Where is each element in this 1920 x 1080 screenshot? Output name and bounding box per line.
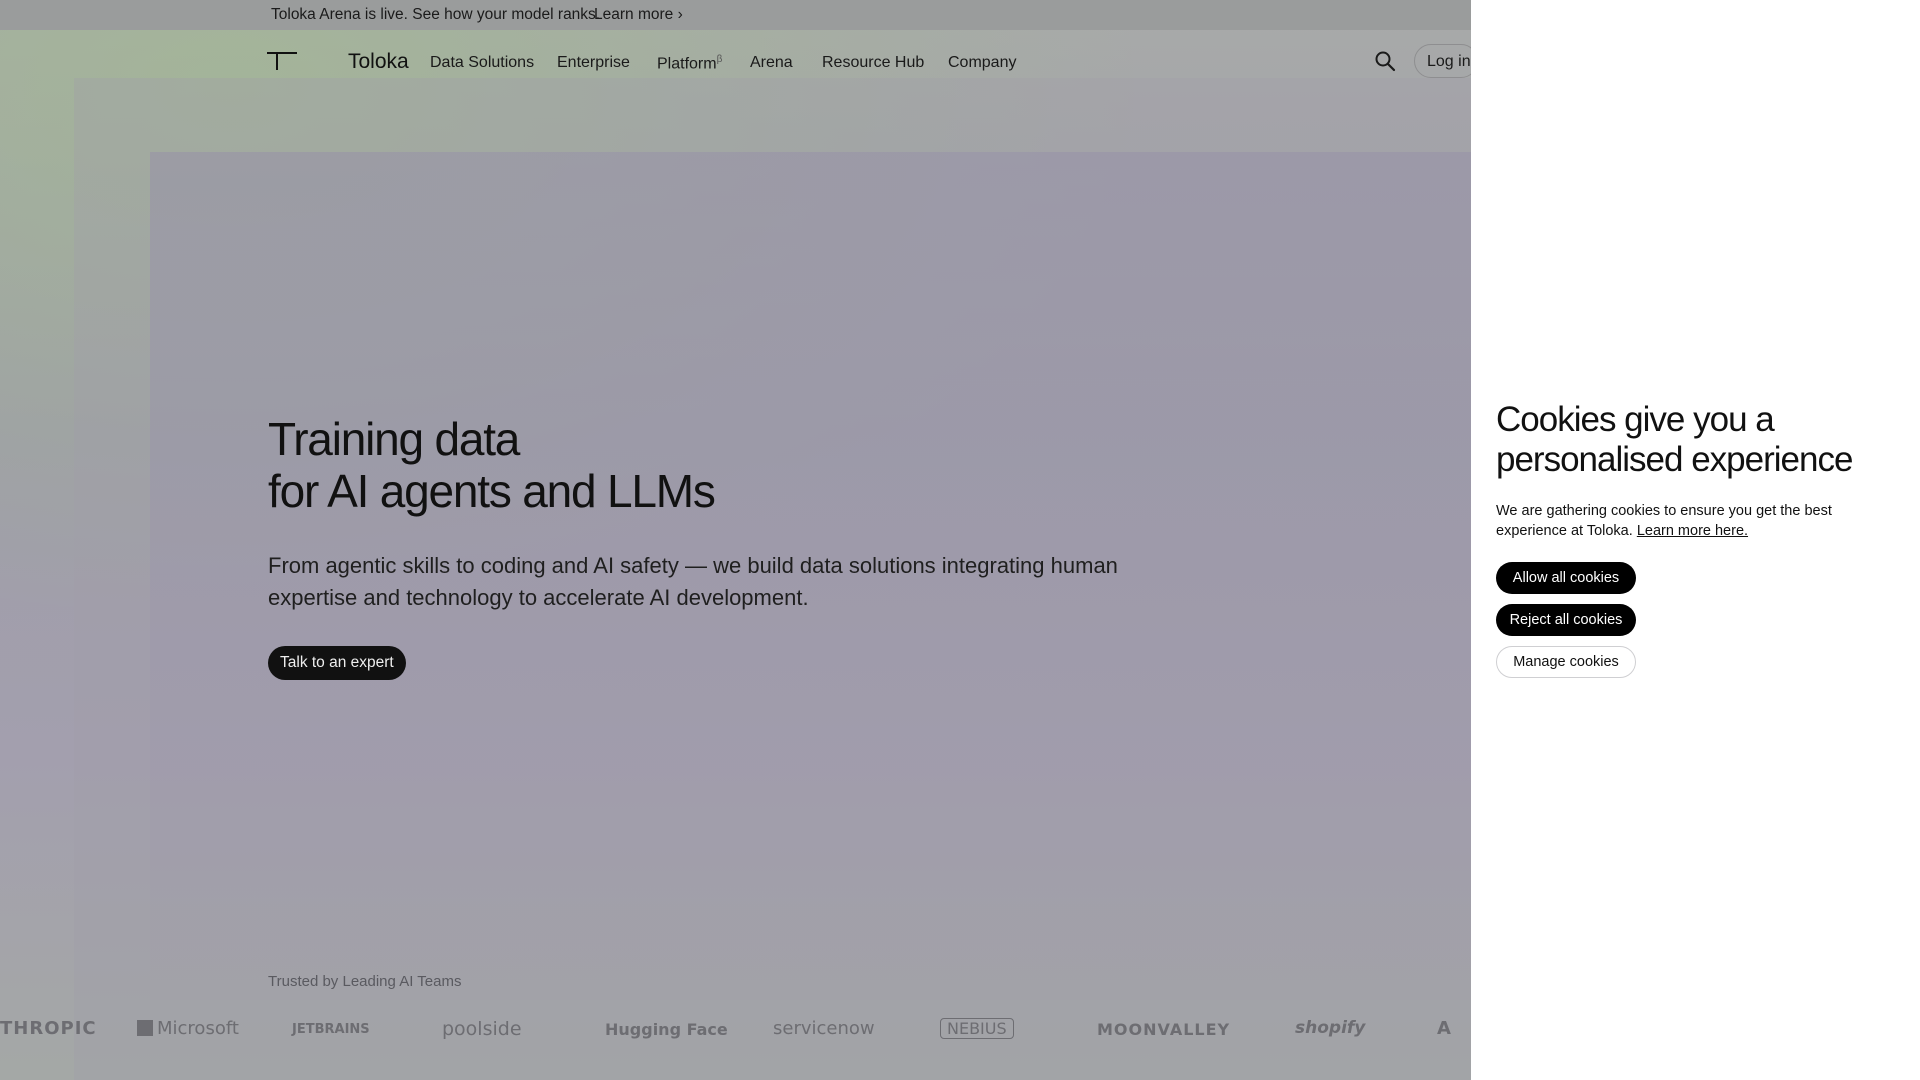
top-navigation: Toloka Data Solutions Enterprise Platfor… [0, 30, 1478, 78]
nav-platform[interactable]: Platformβ [657, 54, 722, 73]
allow-all-cookies-button[interactable]: Allow all cookies [1496, 562, 1636, 594]
login-button[interactable]: Log in [1414, 44, 1478, 78]
nav-resource-hub[interactable]: Resource Hub [822, 54, 924, 72]
logo-hugging-face: Hugging Face [605, 1020, 728, 1039]
trusted-label: Trusted by Leading AI Teams [268, 973, 462, 990]
logo-microsoft: Microsoft [137, 1018, 239, 1039]
nav-platform-beta-badge: β [716, 54, 723, 65]
toloka-logo-icon[interactable] [267, 52, 297, 70]
hero-title-line1: Training data [268, 413, 520, 465]
reject-all-cookies-button[interactable]: Reject all cookies [1496, 604, 1636, 636]
brand-name[interactable]: Toloka [348, 50, 409, 74]
logo-moonvalley: MOONVALLEY [1097, 1020, 1231, 1039]
logo-shopify: shopify [1295, 1018, 1366, 1038]
logo-jetbrains: JETBRAINS [292, 1022, 370, 1037]
cookie-learn-more-link[interactable]: Learn more here. [1637, 523, 1748, 539]
nav-company[interactable]: Company [948, 54, 1016, 72]
announcement-text: Toloka Arena is live. See how your model… [271, 6, 601, 23]
client-logos-strip: THROPIC Microsoft JETBRAINS poolside Hug… [0, 1018, 1471, 1048]
announcement-bar: Toloka Arena is live. See how your model… [0, 0, 1471, 30]
nav-platform-label: Platform [657, 55, 717, 73]
talk-to-expert-button[interactable]: Talk to an expert [268, 646, 406, 680]
hero-title-line2: for AI agents and LLMs [268, 465, 716, 517]
logo-nebius: NEBIUS [940, 1018, 1014, 1039]
nav-data-solutions[interactable]: Data Solutions [430, 54, 534, 72]
hero-title: Training data for AI agents and LLMs [268, 413, 716, 517]
logo-poolside: poolside [442, 1018, 522, 1040]
logo-microsoft-text: Microsoft [157, 1018, 239, 1039]
logo-partial: A [1437, 1018, 1451, 1039]
cookie-description: We are gathering cookies to ensure you g… [1496, 501, 1866, 541]
manage-cookies-button[interactable]: Manage cookies [1496, 646, 1636, 678]
logo-anthropic: THROPIC [0, 1018, 97, 1039]
hero-subtitle: From agentic skills to coding and AI saf… [268, 553, 1118, 610]
cookie-consent-panel: Cookies give you a personalised experien… [1471, 0, 1920, 1080]
search-icon[interactable] [1374, 50, 1396, 72]
cookie-title: Cookies give you a personalised experien… [1496, 400, 1853, 479]
announcement-learn-more-link[interactable]: Learn more › [594, 6, 683, 24]
logo-servicenow: servicenow [773, 1018, 875, 1039]
nav-enterprise[interactable]: Enterprise [557, 54, 630, 72]
nav-arena[interactable]: Arena [750, 54, 793, 72]
